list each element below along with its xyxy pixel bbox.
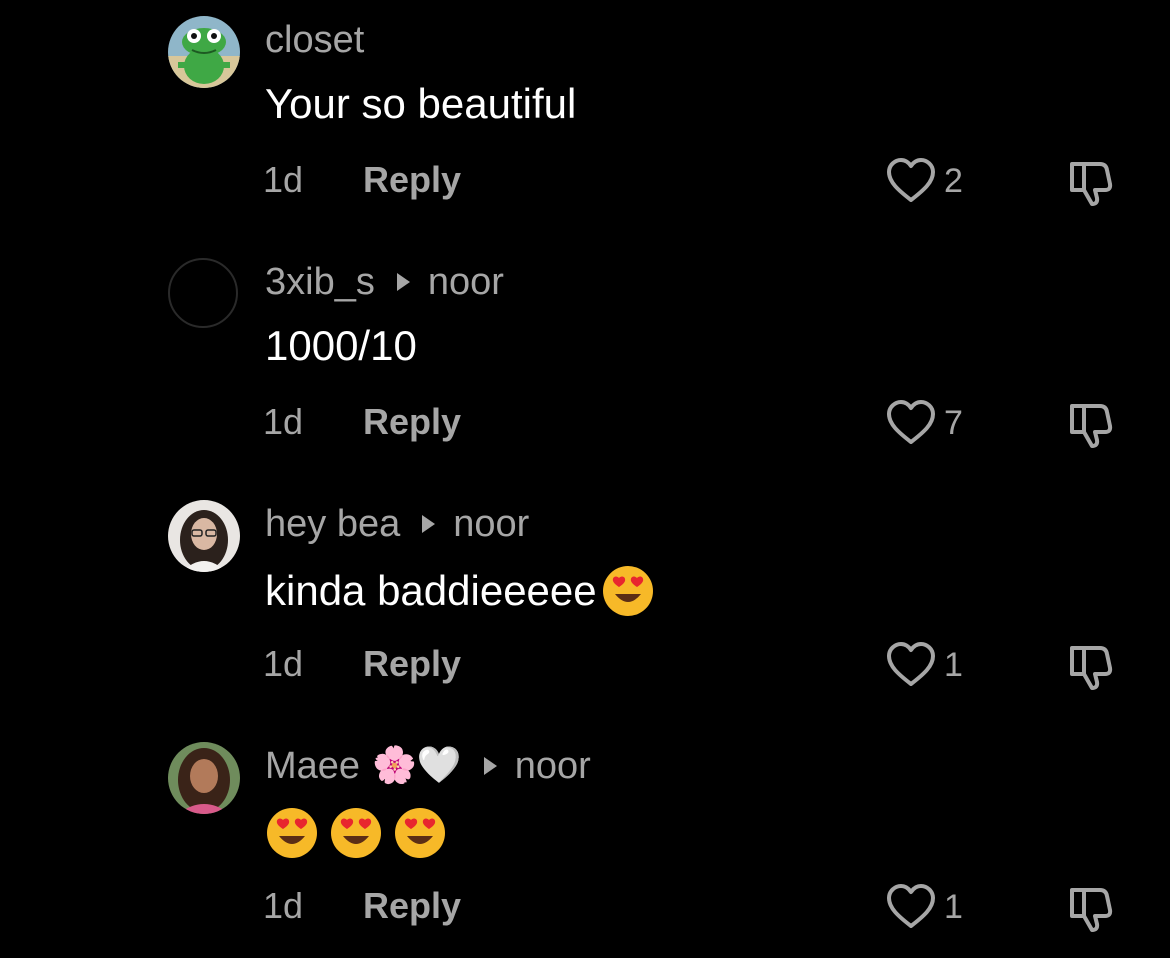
comment-meta: 1d Reply (263, 158, 461, 202)
heart-icon (887, 884, 935, 928)
like-button[interactable]: 1 (886, 642, 963, 688)
username-emojis: 🌸🤍 (372, 745, 462, 786)
comment-header: closet (265, 18, 364, 62)
heart-eyes-emoji (393, 806, 447, 860)
dislike-button[interactable] (1064, 880, 1118, 934)
timestamp: 1d (263, 159, 304, 200)
timestamp: 1d (263, 643, 304, 684)
username[interactable]: closet (265, 18, 364, 62)
comment-text (265, 806, 457, 860)
heart-icon (887, 642, 935, 686)
reply-arrow-icon (422, 515, 436, 533)
like-count: 7 (944, 403, 963, 442)
heart-icon (887, 158, 935, 202)
like-button[interactable]: 2 (886, 158, 963, 204)
comment-header: hey bea noor (265, 502, 529, 546)
avatar[interactable] (168, 742, 240, 814)
comment-header: Maee 🌸🤍 noor (265, 744, 591, 788)
like-button[interactable]: 1 (886, 884, 963, 930)
reply-button[interactable]: Reply (363, 400, 461, 444)
dislike-icon (1070, 404, 1113, 448)
reply-to-username[interactable]: noor (453, 502, 529, 546)
comment-item: closet Your so beautiful 1d Reply 2 (0, 16, 1170, 256)
comment-header: 3xib_s noor (265, 260, 504, 304)
reply-arrow-icon (396, 273, 410, 291)
comment-meta: 1d Reply (263, 400, 461, 444)
reply-arrow-icon (483, 757, 497, 775)
heart-eyes-emoji (601, 564, 655, 618)
reply-button[interactable]: Reply (363, 158, 461, 202)
like-button[interactable]: 7 (886, 400, 963, 446)
dislike-icon (1070, 162, 1113, 206)
dislike-button[interactable] (1064, 396, 1118, 450)
like-count: 2 (944, 161, 963, 200)
dislike-button[interactable] (1064, 638, 1118, 692)
reply-to-username[interactable]: noor (428, 260, 504, 304)
comment-meta: 1d Reply (263, 642, 461, 686)
dislike-icon (1070, 888, 1113, 932)
comment-text: 1000/10 (265, 322, 417, 369)
dislike-button[interactable] (1064, 154, 1118, 208)
comment-item: hey bea noor kinda baddieeeee 1d Reply 1 (0, 500, 1170, 740)
heart-eyes-emoji (329, 806, 383, 860)
avatar[interactable] (168, 258, 238, 328)
username[interactable]: 3xib_s (265, 260, 375, 304)
reply-button[interactable]: Reply (363, 884, 461, 928)
like-count: 1 (944, 887, 963, 926)
reply-to-username[interactable]: noor (515, 744, 591, 788)
timestamp: 1d (263, 885, 304, 926)
heart-eyes-emoji (265, 806, 319, 860)
like-count: 1 (944, 645, 963, 684)
comment-item: Maee 🌸🤍 noor 1d Reply 1 (0, 742, 1170, 958)
comment-text: Your so beautiful (265, 80, 577, 127)
avatar[interactable] (168, 500, 240, 572)
comment-text: kinda baddieeeee (265, 564, 655, 618)
avatar[interactable] (168, 16, 240, 88)
username[interactable]: hey bea (265, 502, 400, 546)
username[interactable]: Maee (265, 744, 360, 788)
dislike-icon (1070, 646, 1113, 690)
timestamp: 1d (263, 401, 304, 442)
heart-icon (887, 400, 935, 444)
comment-thread: closet Your so beautiful 1d Reply 2 3xib… (0, 0, 1170, 958)
comment-item: 3xib_s noor 1000/10 1d Reply 7 (0, 258, 1170, 498)
reply-button[interactable]: Reply (363, 642, 461, 686)
comment-meta: 1d Reply (263, 884, 461, 928)
